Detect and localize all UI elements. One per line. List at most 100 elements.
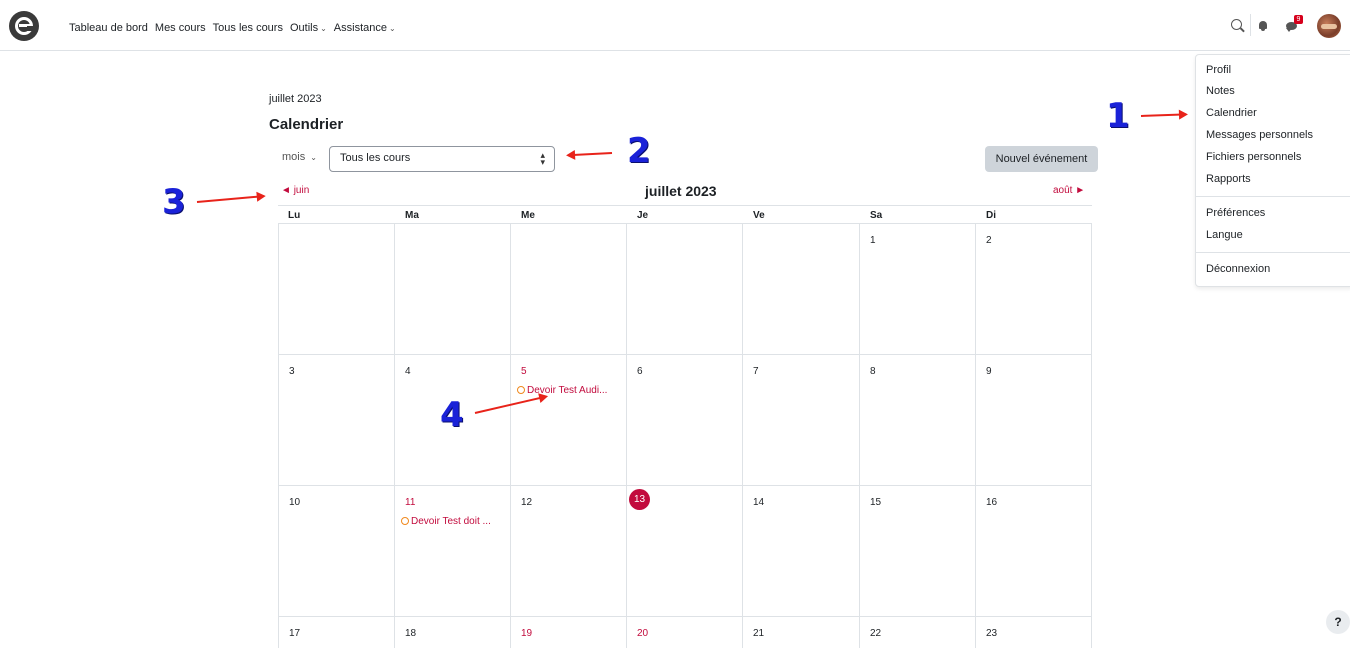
day-number: 4: [405, 366, 411, 377]
day-number: 15: [870, 497, 882, 508]
calendar-day-cell[interactable]: 2: [975, 224, 1092, 354]
calendar-day-cell[interactable]: 7: [742, 355, 859, 485]
chevron-down-icon: ⌄: [320, 24, 327, 33]
primary-navigation: Tableau de bord Mes cours Tous les cours…: [69, 22, 396, 34]
calendar-day-cell[interactable]: 23: [975, 617, 1092, 648]
weekday-header: Di: [986, 210, 996, 221]
nav-assistance[interactable]: Assistance ⌄: [334, 22, 396, 34]
menu-item-profile[interactable]: Profil: [1206, 64, 1231, 76]
annotation-number: 3: [162, 182, 186, 222]
calendar-view-select[interactable]: mois ⌄: [282, 151, 317, 163]
calendar-day-cell[interactable]: [278, 224, 394, 354]
calendar-day-cell[interactable]: 5 Devoir Test Audi...: [510, 355, 626, 485]
annotation-number: 4: [440, 395, 464, 435]
calendar-day-cell[interactable]: 17: [278, 617, 394, 648]
navbar-divider: [1250, 14, 1251, 36]
weekday-header: Ma: [405, 210, 419, 221]
day-number[interactable]: 11: [405, 497, 415, 508]
nav-my-courses[interactable]: Mes cours: [155, 22, 206, 34]
day-number: 21: [753, 628, 765, 639]
nav-dashboard[interactable]: Tableau de bord: [69, 22, 148, 34]
menu-item-logout[interactable]: Déconnexion: [1206, 263, 1270, 275]
weekday-header: Je: [637, 210, 649, 221]
caret-left-icon: ◄: [281, 185, 291, 196]
day-number: 16: [986, 497, 998, 508]
day-number: 12: [521, 497, 533, 508]
site-logo[interactable]: [9, 11, 39, 41]
view-select-value: mois: [282, 151, 306, 163]
day-number: 6: [637, 366, 643, 377]
calendar-day-cell[interactable]: [626, 224, 742, 354]
calendar-day-cell[interactable]: [394, 224, 510, 354]
new-event-button[interactable]: Nouvel événement: [985, 146, 1098, 172]
calendar-day-cell[interactable]: 22: [859, 617, 975, 648]
calendar-day-cell[interactable]: 14: [742, 486, 859, 616]
select-updown-icon: ▴ ▾: [540, 150, 545, 167]
day-number[interactable]: 5: [521, 366, 527, 377]
calendar-day-cell[interactable]: 12: [510, 486, 626, 616]
calendar-day-cell[interactable]: 10: [278, 486, 394, 616]
weekday-header: Lu: [288, 210, 301, 221]
messages-count-badge: 9: [1294, 15, 1303, 24]
nav-assistance-label: Assistance: [333, 22, 387, 34]
chevron-down-icon: ⌄: [310, 153, 317, 162]
previous-month-link[interactable]: ◄ juin: [281, 185, 309, 196]
calendar-day-cell[interactable]: 13: [626, 486, 742, 616]
menu-divider: [1196, 252, 1350, 253]
calendar-day-cell[interactable]: 16: [975, 486, 1092, 616]
day-number[interactable]: 20: [637, 628, 648, 639]
user-dropdown-menu: Profil Notes Calendrier Messages personn…: [1195, 54, 1350, 287]
search-icon[interactable]: [1231, 19, 1242, 30]
help-button[interactable]: ?: [1326, 610, 1350, 634]
user-avatar[interactable]: [1317, 14, 1341, 38]
notifications-bell-icon[interactable]: [1259, 21, 1267, 31]
calendar-day-cell[interactable]: 3: [278, 355, 394, 485]
day-number[interactable]: 19: [521, 628, 532, 639]
nav-tools[interactable]: Outils ⌄: [290, 22, 327, 34]
calendar-event[interactable]: Devoir Test doit ...: [401, 516, 491, 527]
caret-right-icon: ►: [1075, 185, 1086, 196]
menu-item-grades[interactable]: Notes: [1206, 85, 1235, 97]
calendar-day-cell[interactable]: 21: [742, 617, 859, 648]
calendar-week-row: 17 18 19 20 21 22 23: [278, 617, 1092, 648]
calendar-day-cell[interactable]: 11 Devoir Test doit ...: [394, 486, 510, 616]
day-number: 8: [870, 366, 876, 377]
weekday-header: Me: [521, 210, 535, 221]
annotation-number: 2: [627, 131, 651, 171]
course-filter-select[interactable]: Tous les cours ▴ ▾: [329, 146, 555, 172]
calendar-day-cell[interactable]: 20: [626, 617, 742, 648]
weekday-header: Ve: [753, 210, 765, 221]
day-number: 14: [753, 497, 765, 508]
calendar-day-cell[interactable]: 1: [859, 224, 975, 354]
top-navbar: Tableau de bord Mes cours Tous les cours…: [0, 0, 1350, 51]
menu-item-reports[interactable]: Rapports: [1206, 173, 1251, 185]
calendar-day-cell[interactable]: [510, 224, 626, 354]
day-number: 17: [289, 628, 301, 639]
calendar-day-cell[interactable]: 8: [859, 355, 975, 485]
nav-all-courses[interactable]: Tous les cours: [213, 22, 283, 34]
today-day-number[interactable]: 13: [629, 489, 650, 510]
calendar-day-cell[interactable]: 19: [510, 617, 626, 648]
previous-month-label: juin: [293, 185, 310, 196]
chevron-down-icon: ⌄: [389, 24, 396, 33]
day-number: 10: [289, 497, 301, 508]
menu-item-private-files[interactable]: Fichiers personnels: [1206, 151, 1301, 163]
menu-item-language[interactable]: Langue: [1206, 229, 1243, 241]
annotation-number: 1: [1106, 96, 1130, 136]
calendar-day-cell[interactable]: 18: [394, 617, 510, 648]
assignment-icon: [401, 517, 409, 525]
menu-item-messages[interactable]: Messages personnels: [1206, 129, 1313, 141]
calendar-week-row: 10 11 Devoir Test doit ... 12 13 14 15 16: [278, 486, 1092, 617]
next-month-link[interactable]: août ►: [1053, 185, 1085, 196]
calendar-day-cell[interactable]: 9: [975, 355, 1092, 485]
breadcrumb: juillet 2023: [269, 93, 322, 105]
calendar-event[interactable]: Devoir Test Audi...: [517, 385, 607, 396]
event-label: Devoir Test doit ...: [411, 516, 491, 527]
calendar-day-cell[interactable]: 15: [859, 486, 975, 616]
day-number: 22: [870, 628, 882, 639]
nav-tools-label: Outils: [289, 22, 319, 34]
calendar-day-cell[interactable]: 6: [626, 355, 742, 485]
menu-item-calendar[interactable]: Calendrier: [1206, 107, 1257, 119]
menu-item-preferences[interactable]: Préférences: [1206, 207, 1265, 219]
calendar-day-cell[interactable]: [742, 224, 859, 354]
